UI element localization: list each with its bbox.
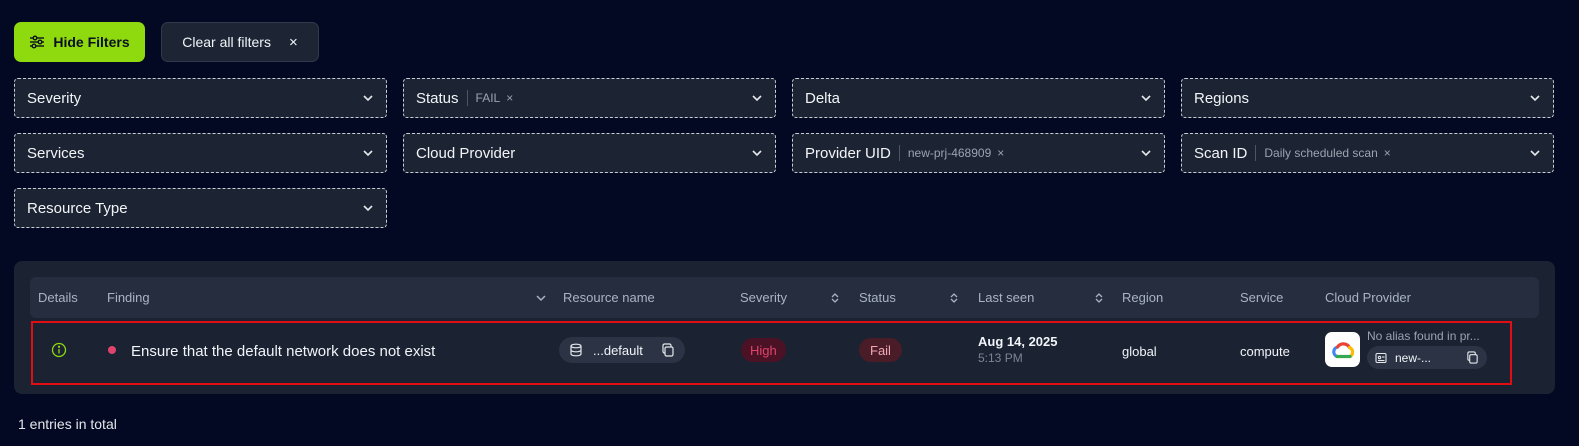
column-last-seen[interactable]: Last seen [978,277,1104,318]
filter-label: Services [27,144,85,162]
last-seen-date: Aug 14, 2025 [978,334,1058,349]
filter-status[interactable]: Status FAIL × [403,78,776,118]
copy-icon[interactable] [1466,351,1479,364]
filter-scan-id[interactable]: Scan ID Daily scheduled scan × [1181,133,1554,173]
chevron-down-icon [363,150,373,157]
total-entries: 1 entries in total [18,416,117,432]
details-button[interactable] [51,342,67,358]
column-finding[interactable]: Finding [107,277,546,318]
provider-logo [1325,332,1360,367]
provider-info: No alias found in pr... new-... [1367,329,1487,369]
last-seen: Aug 14, 2025 5:13 PM [978,334,1058,365]
filter-provider-uid[interactable]: Provider UID new-prj-468909 × [792,133,1165,173]
clear-all-filters-button[interactable]: Clear all filters × [161,22,319,62]
filter-delta[interactable]: Delta [792,78,1165,118]
hide-filters-button[interactable]: Hide Filters [14,22,145,62]
chevron-down-icon [1530,150,1540,157]
filter-value: Daily scheduled scan [1264,146,1378,160]
filter-resource-type[interactable]: Resource Type [14,188,387,228]
close-icon: × [288,33,298,51]
severity-badge: High [741,338,786,362]
severity-label: High [741,338,786,362]
chevron-down-icon [752,150,762,157]
divider [466,90,468,106]
sort-icon [950,292,958,303]
remove-icon[interactable]: × [1384,146,1391,160]
column-region: Region [1122,277,1222,318]
sort-icon [1095,292,1103,303]
column-label: Cloud Provider [1325,290,1411,305]
column-label: Severity [740,290,787,305]
status-label: Fail [859,338,902,362]
table-row[interactable]: Ensure that the default network does not… [31,321,1512,385]
provider-alias: No alias found in pr... [1367,329,1480,343]
filter-value: new-prj-468909 [907,146,992,160]
chevron-down-icon [1141,95,1151,102]
provider-uid: new-... [1395,350,1432,365]
resource-name: ...default [593,342,643,358]
id-card-icon [1375,352,1387,363]
filter-value: FAIL [475,91,501,105]
last-seen-time: 5:13 PM [978,351,1023,365]
filter-label: Provider UID [805,144,891,162]
sliders-icon [30,35,45,49]
chevron-down-icon [363,95,373,102]
chevron-down-icon [363,205,373,212]
info-icon [51,342,67,358]
filter-label: Scan ID [1194,144,1248,162]
divider [1255,145,1257,161]
filter-label: Resource Type [27,199,128,217]
filter-label: Status [416,89,459,107]
google-cloud-icon [1331,341,1354,358]
column-cloud-provider: Cloud Provider [1325,277,1445,318]
chevron-down-icon [1141,150,1151,157]
column-label: Status [859,290,896,305]
filter-label: Cloud Provider [416,144,516,162]
chevron-down-icon [536,294,546,301]
remove-icon[interactable]: × [506,91,513,105]
column-status[interactable]: Status [859,277,959,318]
chevron-down-icon [1530,95,1540,102]
database-icon [570,343,582,357]
filter-label: Delta [805,89,841,107]
service-value: compute [1240,343,1290,359]
column-label: Region [1122,290,1164,305]
resource-name-chip: ...default [559,337,685,363]
filter-regions[interactable]: Regions [1181,78,1554,118]
divider [898,145,900,161]
table-header: Details Finding Resource name Severity S… [30,277,1539,318]
remove-icon[interactable]: × [997,146,1004,160]
findings-table: Details Finding Resource name Severity S… [14,261,1555,394]
column-resource-name: Resource name [563,277,723,318]
column-label: Last seen [978,290,1035,305]
filter-label: Severity [27,89,82,107]
sort-icon [831,292,839,303]
severity-dot [108,346,116,354]
column-details: Details [38,277,98,318]
copy-icon[interactable] [661,343,675,357]
column-severity[interactable]: Severity [740,277,840,318]
column-label: Resource name [563,290,655,305]
hide-filters-label: Hide Filters [53,34,130,50]
finding-title[interactable]: Ensure that the default network does not… [131,341,435,361]
provider-uid-chip: new-... [1367,346,1487,369]
column-label: Finding [107,290,150,305]
filter-cloud-provider[interactable]: Cloud Provider [403,133,776,173]
status-badge: Fail [859,338,902,362]
column-service: Service [1240,277,1320,318]
filter-severity[interactable]: Severity [14,78,387,118]
column-label: Service [1240,290,1284,305]
column-label: Details [38,290,78,305]
clear-filters-label: Clear all filters [182,34,271,50]
chevron-down-icon [752,95,762,102]
filter-services[interactable]: Services [14,133,387,173]
region-value: global [1122,343,1157,359]
filter-label: Regions [1194,89,1250,107]
